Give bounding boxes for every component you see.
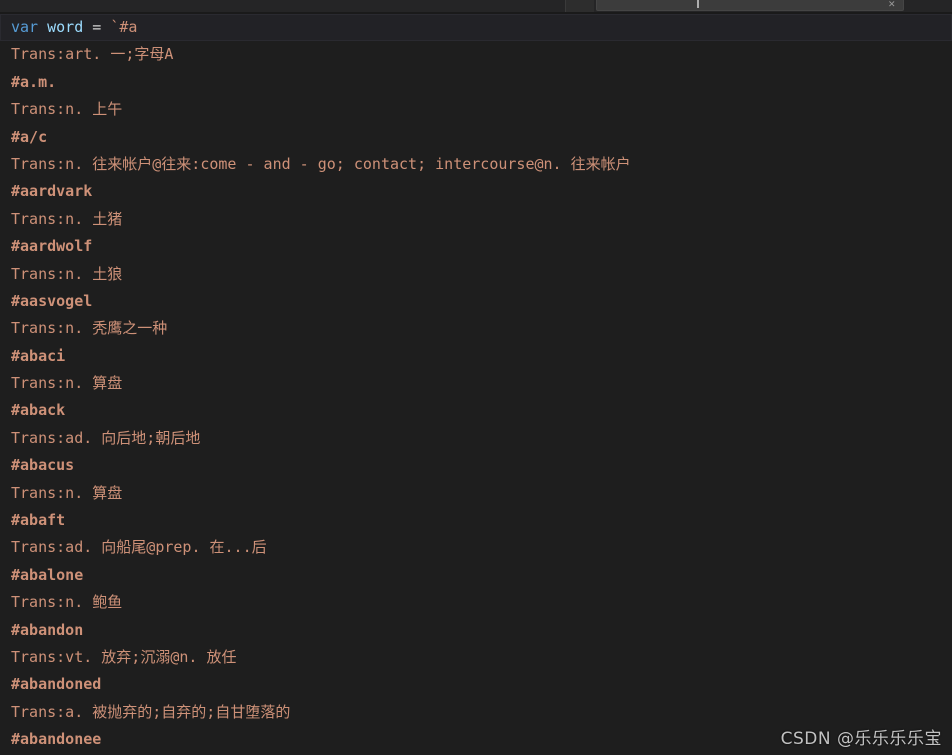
code-line-translation[interactable]: Trans:n. 算盘 [0, 370, 952, 397]
find-input-caret [697, 0, 699, 8]
code-line-translation[interactable]: Trans:vt. 放弃;沉溺@n. 放任 [0, 644, 952, 671]
code-line-headword[interactable]: #aardwolf [0, 233, 952, 260]
code-line-declaration[interactable]: var word = `#a [0, 14, 952, 42]
code-line-headword[interactable]: #abaci [0, 343, 952, 370]
code-line-translation[interactable]: Trans:n. 上午 [0, 96, 952, 123]
space-2 [83, 18, 92, 36]
code-line-headword[interactable]: #aasvogel [0, 288, 952, 315]
editor-top-chrome: ✕ [0, 0, 952, 14]
code-line-translation[interactable]: Trans:n. 算盘 [0, 480, 952, 507]
code-line-translation[interactable]: Trans:n. 鲍鱼 [0, 589, 952, 616]
keyword-var: var [11, 18, 39, 36]
code-line-translation[interactable]: Trans:ad. 向后地;朝后地 [0, 425, 952, 452]
code-line-translation[interactable]: Trans:n. 秃鹰之一种 [0, 315, 952, 342]
identifier-word: word [47, 18, 84, 36]
code-line-headword[interactable]: #abacus [0, 452, 952, 479]
code-line-translation[interactable]: Trans:a. 被抛弃的;自弃的;自甘堕落的 [0, 699, 952, 726]
code-line-headword[interactable]: #a.m. [0, 69, 952, 96]
chrome-gap [566, 0, 594, 12]
code-line-translation[interactable]: Trans:n. 土猪 [0, 206, 952, 233]
code-line-translation[interactable]: Trans:n. 往来帐户@往来:come - and - go; contac… [0, 151, 952, 178]
close-icon[interactable]: ✕ [888, 1, 897, 10]
code-line-headword[interactable]: #abandon [0, 617, 952, 644]
code-line-headword[interactable]: #aback [0, 397, 952, 424]
space-3 [101, 18, 110, 36]
code-line-headword[interactable]: #aardvark [0, 178, 952, 205]
space-1 [38, 18, 47, 36]
code-line-translation[interactable]: Trans:ad. 向船尾@prep. 在...后 [0, 534, 952, 561]
code-line-headword[interactable]: #abandoned [0, 671, 952, 698]
code-line-headword[interactable]: #abandonee [0, 726, 952, 753]
code-lines-container: var word = `#a Trans:art. 一;字母A #a.m. Tran… [0, 14, 952, 754]
code-line-headword[interactable]: #a/c [0, 124, 952, 151]
code-line-translation[interactable]: Trans:n. 土狼 [0, 261, 952, 288]
find-widget[interactable]: ✕ [596, 0, 904, 11]
template-string-start: `#a [110, 18, 138, 36]
chrome-left-pane [0, 0, 565, 12]
code-editor[interactable]: var word = `#a Trans:art. 一;字母A #a.m. Tran… [0, 14, 952, 755]
operator-assign: = [92, 18, 102, 36]
code-line-translation[interactable]: Trans:art. 一;字母A [0, 41, 952, 68]
code-line-headword[interactable]: #abalone [0, 562, 952, 589]
code-line-headword[interactable]: #abaft [0, 507, 952, 534]
